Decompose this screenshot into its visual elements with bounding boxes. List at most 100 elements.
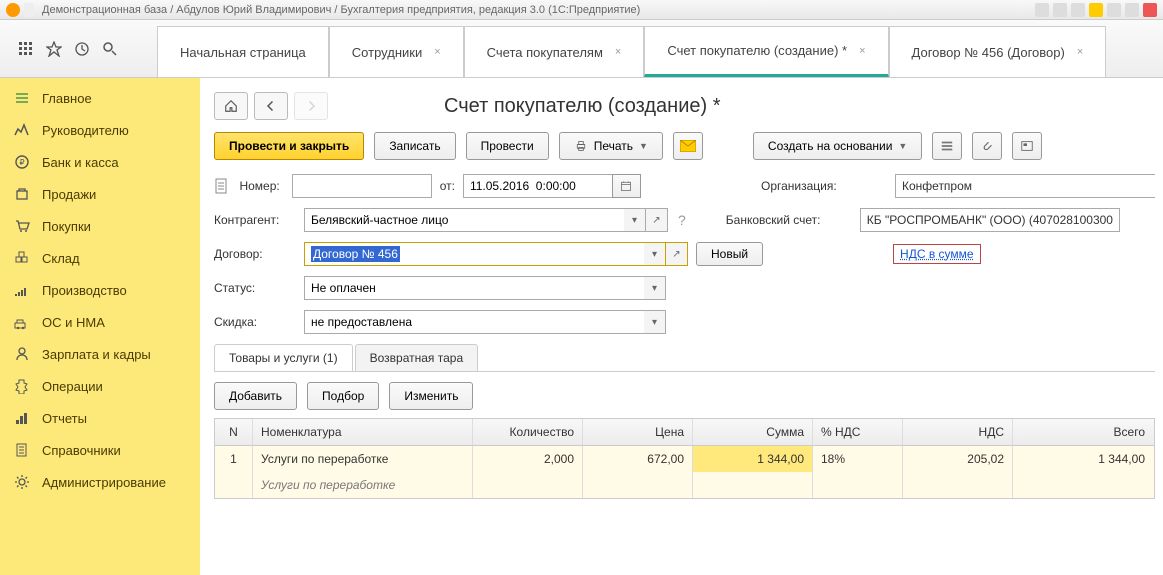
pick-button[interactable]: Подбор bbox=[307, 382, 379, 410]
page-title: Счет покупателю (создание) * bbox=[444, 95, 721, 118]
sidebar-item-catalogs[interactable]: Справочники bbox=[0, 434, 200, 466]
dropdown-icon[interactable]: ▾ bbox=[644, 310, 666, 334]
mail-icon bbox=[680, 140, 696, 152]
close-icon[interactable]: × bbox=[859, 45, 865, 57]
date-input[interactable] bbox=[463, 174, 613, 198]
open-icon[interactable]: ↗ bbox=[646, 208, 668, 232]
tab-invoice-create[interactable]: Счет покупателю (создание) *× bbox=[644, 26, 888, 77]
calendar-icon[interactable] bbox=[1143, 3, 1157, 17]
main-toolbar: Начальная страница Сотрудники× Счета пок… bbox=[0, 20, 1163, 78]
sidebar: Главное Руководителю ₽Банк и касса Прода… bbox=[0, 78, 200, 575]
sidebar-item-bank[interactable]: ₽Банк и касса bbox=[0, 146, 200, 178]
table-row[interactable]: 1 Услуги по переработке 2,000 672,00 1 3… bbox=[215, 446, 1154, 472]
vat-mode-link[interactable]: НДС в сумме bbox=[893, 244, 981, 264]
search-icon[interactable] bbox=[102, 41, 118, 57]
star-icon[interactable] bbox=[1089, 3, 1103, 17]
new-button[interactable]: Новый bbox=[696, 242, 763, 266]
create-based-button[interactable]: Создать на основании▼ bbox=[753, 132, 922, 160]
email-button[interactable] bbox=[673, 132, 703, 160]
list-icon-button[interactable] bbox=[932, 132, 962, 160]
sub-tab-strip: Товары и услуги (1) Возвратная тара bbox=[214, 344, 1155, 372]
tab-employees[interactable]: Сотрудники× bbox=[329, 26, 464, 77]
discount-label: Скидка: bbox=[214, 315, 276, 329]
dropdown-icon[interactable]: ▾ bbox=[644, 242, 666, 266]
document-icon bbox=[214, 178, 229, 194]
print-button[interactable]: Печать▼ bbox=[559, 132, 663, 160]
contract-input[interactable]: Договор № 456 bbox=[304, 242, 644, 266]
tab-start[interactable]: Начальная страница bbox=[157, 26, 329, 77]
calc-icon[interactable] bbox=[1125, 3, 1139, 17]
calendar-icon bbox=[620, 180, 632, 192]
link-icon[interactable] bbox=[1107, 3, 1121, 17]
back-button[interactable] bbox=[254, 92, 288, 120]
counterparty-input[interactable] bbox=[304, 208, 624, 232]
sidebar-item-admin[interactable]: Администрирование bbox=[0, 466, 200, 498]
table-header[interactable]: НДС bbox=[903, 419, 1013, 445]
number-label: Номер: bbox=[239, 179, 287, 193]
bank-input[interactable] bbox=[860, 208, 1120, 232]
save-button[interactable]: Записать bbox=[374, 132, 455, 160]
document-icon[interactable] bbox=[1053, 3, 1067, 17]
sidebar-item-assets[interactable]: ОС и НМА bbox=[0, 306, 200, 338]
card-icon bbox=[1020, 139, 1034, 153]
apps-icon[interactable] bbox=[18, 41, 34, 57]
card-icon-button[interactable] bbox=[1012, 132, 1042, 160]
help-icon[interactable]: ? bbox=[678, 212, 686, 228]
home-button[interactable] bbox=[214, 92, 248, 120]
close-icon[interactable]: × bbox=[615, 46, 621, 58]
tab-goods[interactable]: Товары и услуги (1) bbox=[214, 344, 353, 371]
content-area: Счет покупателю (создание) * Провести и … bbox=[200, 78, 1163, 575]
post-button[interactable]: Провести bbox=[466, 132, 549, 160]
dropdown-icon[interactable]: ▾ bbox=[644, 276, 666, 300]
table-header[interactable]: Сумма bbox=[693, 419, 813, 445]
edit-button[interactable]: Изменить bbox=[389, 382, 473, 410]
dropdown-icon[interactable] bbox=[24, 3, 34, 17]
print-icon[interactable] bbox=[1035, 3, 1049, 17]
close-icon[interactable]: × bbox=[1077, 46, 1083, 58]
sidebar-item-operations[interactable]: Операции bbox=[0, 370, 200, 402]
attachment-button[interactable] bbox=[972, 132, 1002, 160]
sidebar-item-production[interactable]: Производство bbox=[0, 274, 200, 306]
calendar-button[interactable] bbox=[612, 174, 641, 198]
counterparty-label: Контрагент: bbox=[214, 213, 300, 227]
table-header[interactable]: Количество bbox=[473, 419, 583, 445]
app-icon bbox=[6, 3, 20, 17]
tab-invoices[interactable]: Счета покупателям× bbox=[464, 26, 645, 77]
dropdown-icon[interactable]: ▾ bbox=[624, 208, 646, 232]
sidebar-item-reports[interactable]: Отчеты bbox=[0, 402, 200, 434]
sidebar-item-salary[interactable]: Зарплата и кадры bbox=[0, 338, 200, 370]
copy-icon[interactable] bbox=[1071, 3, 1085, 17]
paperclip-icon bbox=[981, 139, 993, 153]
table-header[interactable]: % НДС bbox=[813, 419, 903, 445]
sidebar-item-manager[interactable]: Руководителю bbox=[0, 114, 200, 146]
org-input[interactable] bbox=[895, 174, 1155, 198]
history-icon[interactable] bbox=[74, 41, 90, 57]
table-row-detail[interactable]: Услуги по переработке bbox=[215, 472, 1154, 498]
forward-button[interactable] bbox=[294, 92, 328, 120]
open-icon[interactable]: ↗ bbox=[666, 242, 688, 266]
status-label: Статус: bbox=[214, 281, 276, 295]
contract-label: Договор: bbox=[214, 247, 276, 261]
table-header[interactable]: Цена bbox=[583, 419, 693, 445]
sidebar-item-sales[interactable]: Продажи bbox=[0, 178, 200, 210]
table-header[interactable]: N bbox=[215, 419, 253, 445]
table-header[interactable]: Всего bbox=[1013, 419, 1153, 445]
tab-contract[interactable]: Договор № 456 (Договор)× bbox=[889, 26, 1107, 77]
favorite-icon[interactable] bbox=[46, 41, 62, 57]
sidebar-item-main[interactable]: Главное bbox=[0, 82, 200, 114]
bank-label: Банковский счет: bbox=[726, 213, 856, 227]
close-icon[interactable]: × bbox=[434, 46, 440, 58]
tab-bar: Начальная страница Сотрудники× Счета пок… bbox=[157, 20, 1163, 77]
sidebar-item-warehouse[interactable]: Склад bbox=[0, 242, 200, 274]
post-close-button[interactable]: Провести и закрыть bbox=[214, 132, 364, 160]
number-input[interactable] bbox=[292, 174, 432, 198]
discount-input[interactable] bbox=[304, 310, 644, 334]
table-header[interactable]: Номенклатура bbox=[253, 419, 473, 445]
svg-text:₽: ₽ bbox=[19, 158, 24, 167]
items-grid: N Номенклатура Количество Цена Сумма % Н… bbox=[214, 418, 1155, 499]
sidebar-item-purchase[interactable]: Покупки bbox=[0, 210, 200, 242]
add-button[interactable]: Добавить bbox=[214, 382, 297, 410]
list-icon bbox=[940, 139, 954, 153]
tab-tare[interactable]: Возвратная тара bbox=[355, 344, 479, 371]
status-input[interactable] bbox=[304, 276, 644, 300]
